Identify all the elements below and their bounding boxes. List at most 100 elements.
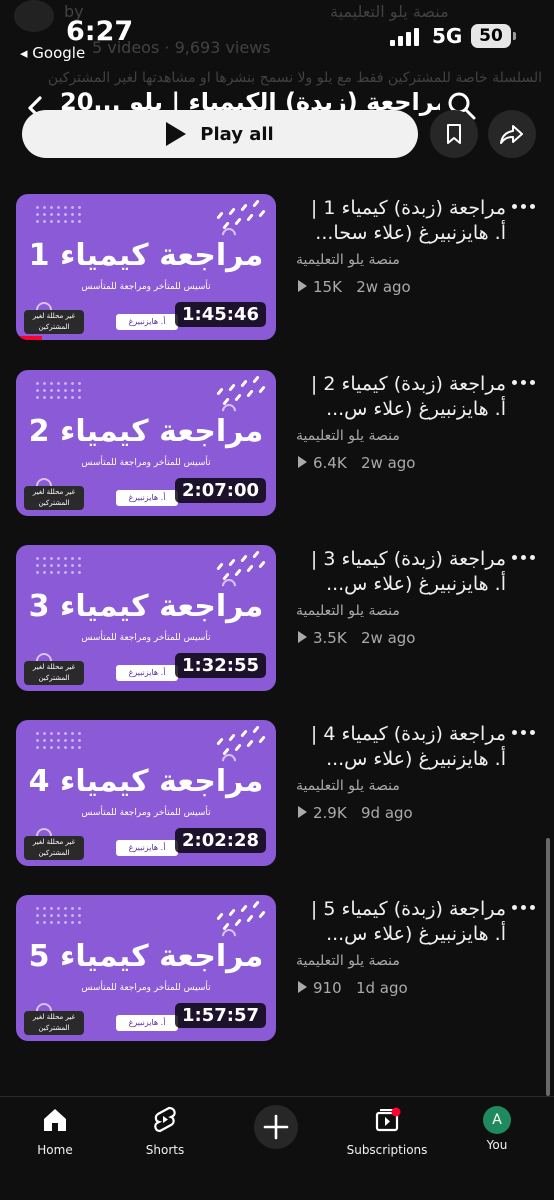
views-play-icon (298, 631, 307, 643)
view-count: 15K (313, 278, 342, 296)
nav-you[interactable]: A You (442, 1105, 552, 1152)
home-icon (44, 1109, 66, 1131)
thumb-subtitle: تأسيس للمتأخر ومراجعة للمتأسس (81, 282, 211, 292)
play-all-button[interactable]: Play all (22, 110, 418, 158)
nav-shorts[interactable]: Shorts (110, 1105, 220, 1157)
more-vert-icon[interactable] (512, 553, 536, 563)
list-item[interactable]: مراجعة كيمياء 5 تأسيس للمتأخر ومراجعة لل… (0, 895, 554, 1041)
duration-badge: 1:45:46 (174, 302, 266, 327)
video-thumbnail[interactable]: مراجعة كيمياء 1 تأسيس للمتأخر ومراجعة لل… (16, 194, 276, 340)
thumb-teacher-tag: أ. هايزنبيرغ (116, 665, 178, 681)
views-play-icon (298, 280, 307, 292)
upload-age: 9d ago (361, 804, 413, 822)
video-thumbnail[interactable]: مراجعة كيمياء 2 تأسيس للمتأخر ومراجعة لل… (16, 370, 276, 516)
duration-badge: 1:32:55 (174, 653, 266, 678)
video-meta: 910 1d ago (298, 979, 408, 997)
thumb-decor (34, 905, 84, 927)
upload-age: 2w ago (361, 454, 416, 472)
views-play-icon (298, 456, 307, 468)
thumb-decor (34, 555, 84, 577)
thumb-badge: غير محللة لغير المشتركين (24, 661, 84, 685)
playlist-stats: 5 videos · 9,693 views (92, 38, 271, 57)
play-icon (166, 122, 187, 146)
video-channel: منصة يلو التعليمية (296, 603, 400, 619)
video-thumbnail[interactable]: مراجعة كيمياء 4 تأسيس للمتأخر ومراجعة لل… (16, 720, 276, 866)
thumb-subtitle: تأسيس للمتأخر ومراجعة للمتأسس (81, 633, 211, 643)
nav-home[interactable]: Home (0, 1105, 110, 1157)
video-channel: منصة يلو التعليمية (296, 778, 400, 794)
more-vert-icon[interactable] (512, 378, 536, 388)
video-title[interactable]: مراجعة (زبدة) كيمياء 5 | أ. هايزنبيرغ (ع… (296, 897, 506, 947)
list-item[interactable]: مراجعة كيمياء 3 تأسيس للمتأخر ومراجعة لل… (0, 545, 554, 691)
thumb-title: مراجعة كيمياء 3 (28, 589, 264, 624)
thumb-badge: غير محللة لغير المشتركين (24, 486, 84, 510)
video-channel: منصة يلو التعليمية (296, 953, 400, 969)
upload-age: 2w ago (356, 278, 411, 296)
shorts-icon (154, 1106, 176, 1133)
video-meta: 6.4K 2w ago (298, 454, 416, 472)
thumb-title: مراجعة كيمياء 5 (28, 939, 264, 974)
nav-subscriptions-label: Subscriptions (346, 1143, 428, 1157)
duration-badge: 2:02:28 (174, 828, 266, 853)
thumb-decor (34, 380, 84, 402)
signal-icon (390, 28, 420, 46)
thumb-decor (34, 730, 84, 752)
view-count: 3.5K (313, 629, 347, 647)
thumb-subtitle: تأسيس للمتأخر ومراجعة للمتأسس (81, 983, 211, 993)
add-icon (263, 1114, 289, 1140)
save-playlist-button[interactable] (430, 110, 478, 158)
more-vert-icon[interactable] (512, 202, 536, 212)
thumb-decor (208, 375, 268, 412)
video-meta: 3.5K 2w ago (298, 629, 416, 647)
thumb-decor (208, 725, 268, 762)
share-button[interactable] (488, 110, 536, 158)
thumb-teacher-tag: أ. هايزنبيرغ (116, 840, 178, 856)
video-title[interactable]: مراجعة (زبدة) كيمياء 3 | أ. هايزنبيرغ (ع… (296, 547, 506, 597)
play-all-label: Play all (200, 123, 274, 145)
video-thumbnail[interactable]: مراجعة كيمياء 3 تأسيس للمتأخر ومراجعة لل… (16, 545, 276, 691)
thumb-decor (208, 199, 268, 236)
thumb-badge: غير محللة لغير المشتركين (24, 1011, 84, 1035)
duration-badge: 2:07:00 (174, 478, 266, 503)
duration-badge: 1:57:57 (174, 1003, 266, 1028)
network-type: 5G (432, 24, 463, 48)
thumb-teacher-tag: أ. هايزنبيرغ (116, 1015, 178, 1031)
view-count: 2.9K (313, 804, 347, 822)
video-channel: منصة يلو التعليمية (296, 428, 400, 444)
channel-by-label: by (64, 2, 84, 21)
thumb-decor (34, 204, 84, 226)
thumb-title: مراجعة كيمياء 1 (28, 238, 264, 273)
nav-home-label: Home (37, 1143, 73, 1157)
create-button[interactable] (254, 1105, 298, 1149)
subscriptions-icon (375, 1107, 401, 1132)
nav-subscriptions[interactable]: Subscriptions (332, 1105, 442, 1157)
battery-indicator: 50 (471, 24, 516, 48)
more-vert-icon[interactable] (512, 903, 536, 913)
thumb-teacher-tag: أ. هايزنبيرغ (116, 490, 178, 506)
list-item[interactable]: مراجعة كيمياء 4 تأسيس للمتأخر ومراجعة لل… (0, 720, 554, 866)
scrollbar[interactable] (546, 838, 550, 1096)
video-title[interactable]: مراجعة (زبدة) كيمياء 2 | أ. هايزنبيرغ (ع… (296, 372, 506, 422)
video-meta: 15K 2w ago (298, 278, 411, 296)
more-vert-icon[interactable] (512, 728, 536, 738)
share-icon (500, 125, 523, 144)
upload-age: 2w ago (361, 629, 416, 647)
thumb-subtitle: تأسيس للمتأخر ومراجعة للمتأسس (81, 808, 211, 818)
views-play-icon (298, 806, 307, 818)
video-thumbnail[interactable]: مراجعة كيمياء 5 تأسيس للمتأخر ومراجعة لل… (16, 895, 276, 1041)
playlist-description: السلسلة خاصة للمشتركين فقط مع يلو ولا نس… (47, 70, 542, 86)
nav-you-label: You (486, 1138, 508, 1152)
views-play-icon (298, 981, 307, 993)
list-item[interactable]: مراجعة كيمياء 1 تأسيس للمتأخر ومراجعة لل… (0, 194, 554, 340)
back-to-google-link[interactable]: ◂ Google (20, 44, 85, 62)
view-count: 910 (313, 979, 342, 997)
list-item[interactable]: مراجعة كيمياء 2 تأسيس للمتأخر ومراجعة لل… (0, 370, 554, 516)
thumb-subtitle: تأسيس للمتأخر ومراجعة للمتأسس (81, 458, 211, 468)
channel-avatar (14, 0, 54, 32)
bottom-navigation: Home Shorts Subscriptions A You (0, 1096, 554, 1200)
save-playlist-icon (447, 124, 461, 144)
thumb-teacher-tag: أ. هايزنبيرغ (116, 314, 178, 330)
thumb-title: مراجعة كيمياء 4 (28, 764, 264, 799)
video-title[interactable]: مراجعة (زبدة) كيمياء 1 | أ. هايزنبيرغ (ع… (296, 196, 506, 246)
video-title[interactable]: مراجعة (زبدة) كيمياء 4 | أ. هايزنبيرغ (ع… (296, 722, 506, 772)
